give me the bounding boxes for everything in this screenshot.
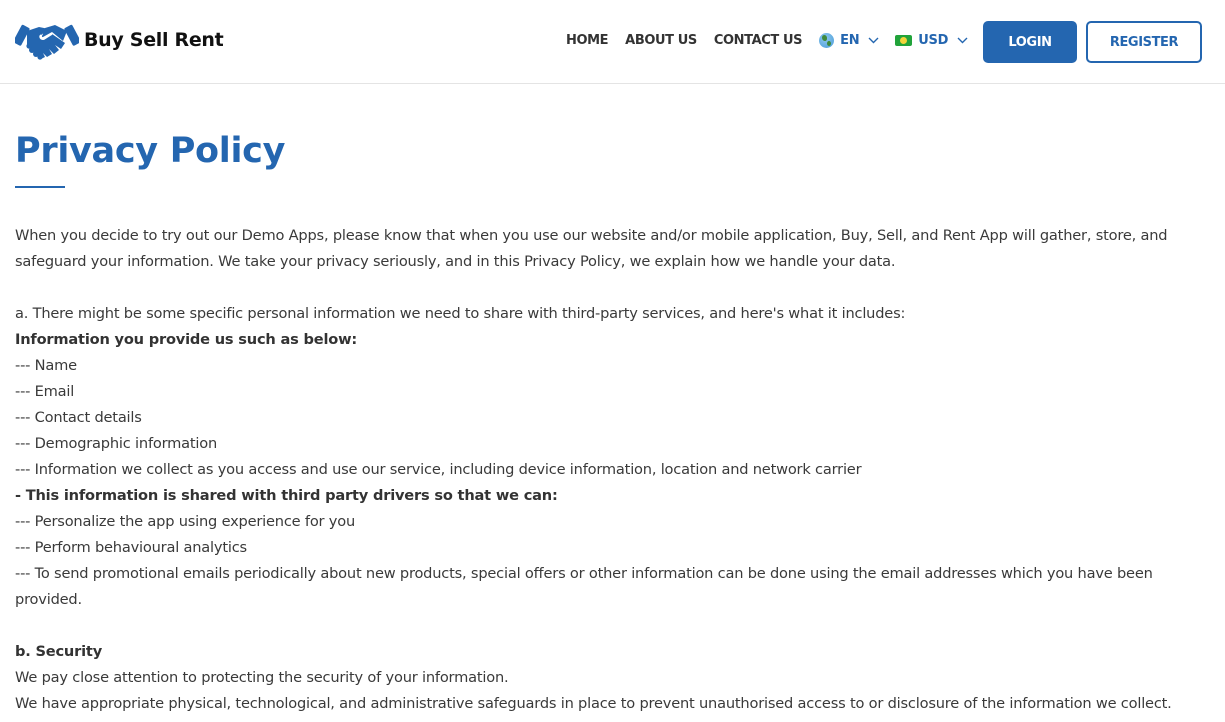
main-nav: HOME ABOUT US CONTACT US EN USD <box>566 30 984 50</box>
list-item: --- Information we collect as you access… <box>15 461 862 478</box>
list-item: --- Contact details <box>15 409 142 426</box>
brand-logo[interactable]: Buy Sell Rent <box>15 19 224 61</box>
list-item: --- To send promotional emails periodica… <box>15 565 1153 608</box>
title-underline <box>15 186 65 188</box>
language-selected: EN <box>840 32 860 48</box>
language-dropdown[interactable]: EN <box>819 32 879 48</box>
site-header: Buy Sell Rent HOME ABOUT US CONTACT US E… <box>0 0 1225 84</box>
section-a-heading: a. There might be some specific personal… <box>15 305 906 322</box>
shared-heading: - This information is shared with third … <box>15 487 558 504</box>
privacy-policy-content: Privacy Policy When you decide to try ou… <box>15 128 1215 717</box>
section-b-heading: b. Security <box>15 643 103 660</box>
login-button[interactable]: LOGIN <box>983 21 1077 63</box>
nav-home-link[interactable]: HOME <box>566 33 609 48</box>
chevron-down-icon <box>868 37 879 43</box>
nav-about-link[interactable]: ABOUT US <box>625 33 697 48</box>
list-item: --- Email <box>15 383 75 400</box>
security-line: We pay close attention to protecting the… <box>15 669 509 686</box>
register-button[interactable]: REGISTER <box>1086 21 1202 63</box>
handshake-icon <box>15 24 79 60</box>
list-item: --- Name <box>15 357 77 374</box>
globe-icon <box>819 32 835 48</box>
page-title: Privacy Policy <box>15 131 286 171</box>
list-item: --- Demographic information <box>15 435 218 452</box>
list-item: --- Perform behavioural analytics <box>15 539 247 556</box>
list-item: --- Personalize the app using experience… <box>15 513 356 530</box>
policy-body: When you decide to try out our Demo Apps… <box>15 223 1215 717</box>
intro-paragraph: When you decide to try out our Demo Apps… <box>15 227 1168 270</box>
currency-dropdown[interactable]: USD <box>895 33 968 48</box>
banknote-icon <box>895 34 913 46</box>
security-line: We have appropriate physical, technologi… <box>15 695 1172 712</box>
chevron-down-icon <box>957 37 968 43</box>
currency-selected: USD <box>918 32 949 48</box>
nav-contact-link[interactable]: CONTACT US <box>714 33 803 48</box>
brand-name: Buy Sell Rent <box>84 29 224 51</box>
provided-heading: Information you provide us such as below… <box>15 331 358 348</box>
